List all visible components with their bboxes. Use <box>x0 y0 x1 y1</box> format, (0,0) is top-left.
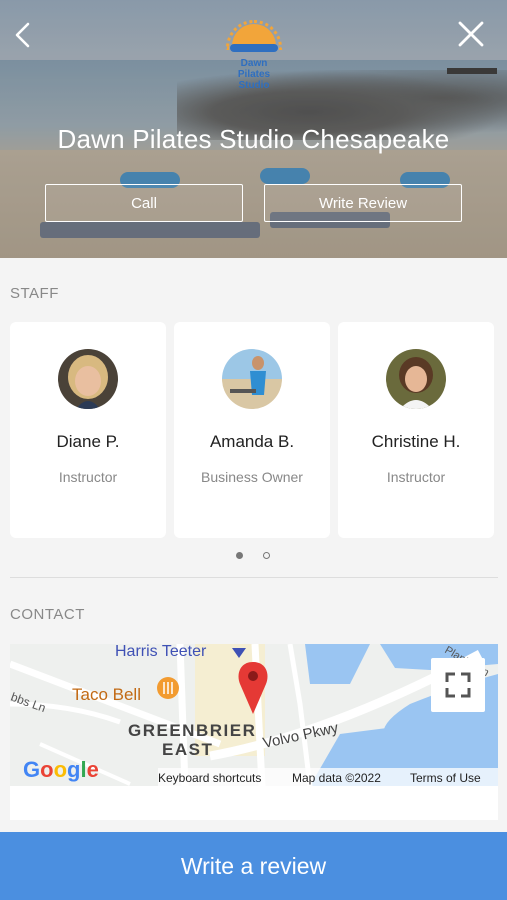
logo-text-line: Pilates <box>237 69 271 80</box>
staff-card[interactable]: Amanda B. Business Owner <box>174 322 330 538</box>
staff-section-label: STAFF <box>10 285 59 302</box>
avatar <box>386 349 446 409</box>
logo-text-line: Studio <box>238 80 270 91</box>
map-label-taco-bell: Taco Bell <box>72 685 141 704</box>
staff-name: Amanda B. <box>209 432 295 451</box>
staff-name: Diane P. <box>56 432 120 451</box>
close-icon <box>458 21 484 47</box>
studio-title: Dawn Pilates Studio Chesapeake <box>57 124 450 154</box>
map-label-east: EAST <box>162 740 213 759</box>
header-hero: Dawn Pilates Studio Dawn Pilates Studio … <box>0 0 507 258</box>
pagination-dot-active[interactable] <box>236 552 243 559</box>
staff-card[interactable]: Christine H. Instructor <box>338 322 494 538</box>
location-map[interactable]: Harris Teeter Taco Bell bbs Ln GREENBRIE… <box>10 644 498 786</box>
map-keyboard-shortcuts: Keyboard shortcuts <box>158 771 261 785</box>
contact-section-label: CONTACT <box>10 606 85 623</box>
staff-role: Instructor <box>386 469 446 485</box>
chevron-left-icon <box>15 22 30 48</box>
staff-role: Instructor <box>58 469 118 485</box>
logo-wave <box>230 44 278 52</box>
google-logo-icon: Google <box>23 757 99 782</box>
map-label-harris-teeter: Harris Teeter <box>115 644 207 660</box>
write-review-button[interactable]: Write Review <box>264 184 462 222</box>
pagination-dot[interactable] <box>263 552 270 559</box>
close-button[interactable] <box>457 20 485 48</box>
logo-text-line: Dawn <box>240 58 268 69</box>
write-a-review-button[interactable]: Write a review <box>0 832 507 900</box>
staff-card[interactable]: Diane P. Instructor <box>10 322 166 538</box>
avatar <box>222 349 282 409</box>
avatar <box>58 349 118 409</box>
carousel-pagination <box>232 551 276 561</box>
map-footer <box>10 786 498 820</box>
call-button[interactable]: Call <box>45 184 243 222</box>
staff-photo <box>58 349 118 409</box>
staff-photo <box>222 349 282 409</box>
map-label-greenbrier: GREENBRIER <box>128 721 256 740</box>
map-terms-link: Terms of Use <box>410 771 481 785</box>
staff-photo <box>386 349 446 409</box>
staff-name: Christine H. <box>371 432 461 451</box>
section-divider <box>10 577 498 578</box>
back-button[interactable] <box>10 20 36 50</box>
staff-role: Business Owner <box>201 469 303 485</box>
map-canvas: Harris Teeter Taco Bell bbs Ln GREENBRIE… <box>10 644 498 786</box>
studio-logo: Dawn Pilates Studio <box>224 20 284 94</box>
map-data-attribution: Map data ©2022 <box>292 771 381 785</box>
